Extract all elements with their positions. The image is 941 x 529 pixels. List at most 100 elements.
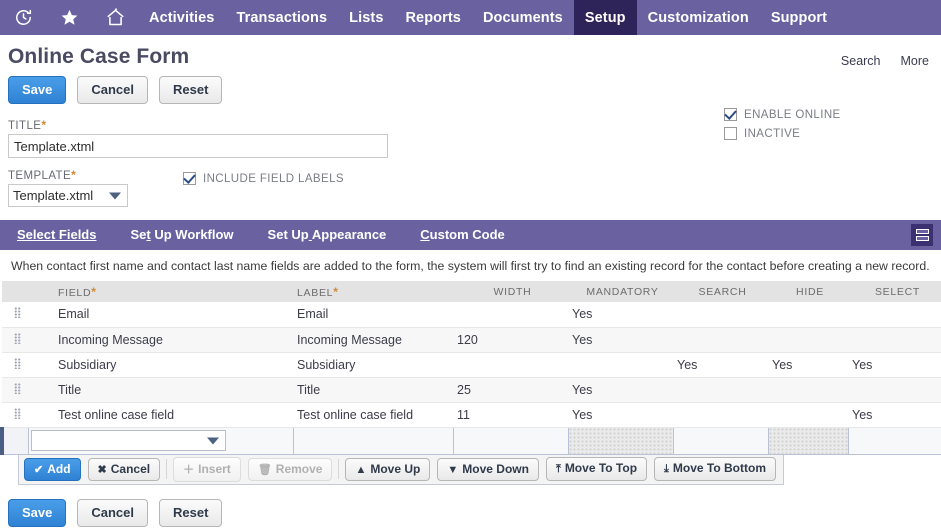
grid-header-handle — [2, 281, 28, 302]
new-row-label-cell[interactable] — [292, 426, 454, 455]
nav-item-customization[interactable]: Customization — [637, 0, 760, 35]
move-down-button[interactable]: ▼ Move Down — [437, 457, 539, 481]
table-row[interactable]: Title Title 25 Yes — [2, 377, 941, 403]
cancel-button-bottom[interactable]: Cancel — [77, 498, 149, 527]
new-row-field-cell[interactable] — [27, 426, 294, 455]
move-to-bottom-label: Move To Bottom — [672, 461, 767, 475]
cancel-button-top[interactable]: Cancel — [77, 76, 149, 104]
cell-field[interactable]: Email — [28, 302, 293, 328]
reset-button-top[interactable]: Reset — [159, 76, 223, 104]
title-input[interactable] — [8, 134, 388, 158]
nav-item-reports[interactable]: Reports — [394, 0, 472, 35]
cell-label[interactable]: Title — [293, 377, 453, 403]
cell-hide[interactable] — [768, 377, 848, 403]
cell-label[interactable]: Incoming Message — [293, 327, 453, 353]
nav-item-support[interactable]: Support — [760, 0, 838, 35]
new-row-width-cell[interactable] — [452, 426, 569, 455]
subtab-bar: Select Fields Set Up Workflow Set Up App… — [0, 220, 941, 250]
cell-label[interactable]: Subsidiary — [293, 352, 453, 378]
cell-width[interactable] — [453, 302, 568, 328]
cell-search[interactable] — [673, 402, 768, 428]
enable-online-checkbox[interactable] — [724, 108, 737, 121]
cell-search[interactable] — [673, 327, 768, 353]
insert-row-button: ＋ Insert — [173, 456, 241, 482]
drag-handle-icon[interactable] — [13, 357, 21, 369]
drag-handle-icon[interactable] — [13, 332, 21, 344]
cell-hide[interactable] — [768, 402, 848, 428]
drag-handle-icon[interactable] — [13, 307, 21, 319]
cell-select[interactable]: Yes — [848, 352, 941, 378]
grid-new-entry-row[interactable] — [0, 426, 941, 455]
cell-width[interactable]: 11 — [453, 402, 568, 428]
list-view-icon[interactable] — [911, 224, 933, 246]
bottom-button-bar: Save Cancel Reset — [0, 485, 941, 527]
more-link[interactable]: More — [901, 54, 929, 68]
save-button-top[interactable]: Save — [8, 76, 67, 104]
cell-width[interactable] — [453, 352, 568, 378]
add-row-button[interactable]: ✔ Add — [24, 457, 81, 481]
cell-search[interactable] — [673, 377, 768, 403]
grid-header-width: WIDTH — [453, 281, 568, 302]
nav-item-activities[interactable]: Activities — [138, 0, 225, 35]
cell-width[interactable]: 25 — [453, 377, 568, 403]
drag-handle-cell[interactable] — [2, 327, 28, 353]
tab-set-up-appearance[interactable]: Set Up Appearance — [251, 220, 404, 250]
cell-field[interactable]: Test online case field — [28, 402, 293, 428]
cell-hide[interactable]: Yes — [768, 352, 848, 378]
cell-mandatory[interactable]: Yes — [568, 402, 673, 428]
cell-select[interactable]: Yes — [848, 402, 941, 428]
cell-field[interactable]: Title — [28, 377, 293, 403]
arrow-to-bottom-icon: ⤓ — [664, 463, 669, 475]
favorites-star-icon[interactable] — [46, 0, 92, 35]
move-up-button[interactable]: ▲ Move Up — [345, 457, 431, 481]
move-to-top-button[interactable]: ⤒ Move To Top — [545, 457, 648, 481]
recent-history-icon[interactable] — [0, 0, 46, 35]
reset-button-bottom[interactable]: Reset — [159, 498, 223, 527]
new-row-search-cell[interactable] — [672, 426, 769, 455]
cell-hide[interactable] — [768, 302, 848, 328]
move-to-bottom-button[interactable]: ⤓ Move To Bottom — [654, 457, 777, 481]
cell-width[interactable]: 120 — [453, 327, 568, 353]
cell-label[interactable]: Email — [293, 302, 453, 328]
drag-handle-cell[interactable] — [2, 377, 28, 403]
cell-hide[interactable] — [768, 327, 848, 353]
include-field-labels-checkbox[interactable] — [183, 172, 196, 185]
cell-label[interactable]: Test online case field — [293, 402, 453, 428]
nav-item-setup[interactable]: Setup — [573, 0, 637, 35]
drag-handle-cell[interactable] — [2, 352, 28, 378]
nav-item-transactions[interactable]: Transactions — [225, 0, 338, 35]
table-row[interactable]: Test online case field Test online case … — [2, 402, 941, 428]
drag-handle-cell[interactable] — [2, 402, 28, 428]
tab-custom-code[interactable]: Custom Code — [403, 220, 522, 250]
drag-handle-cell[interactable] — [2, 302, 28, 328]
search-link[interactable]: Search — [841, 54, 881, 68]
cell-field[interactable]: Subsidiary — [28, 352, 293, 378]
drag-handle-icon[interactable] — [13, 407, 21, 419]
inactive-checkbox[interactable] — [724, 127, 737, 140]
cell-select[interactable] — [848, 302, 941, 328]
new-row-field-select[interactable] — [30, 430, 226, 451]
cell-select[interactable] — [848, 377, 941, 403]
home-icon[interactable] — [92, 0, 138, 35]
cell-mandatory[interactable]: Yes — [568, 302, 673, 328]
cell-mandatory[interactable]: Yes — [568, 377, 673, 403]
cancel-row-button[interactable]: ✖ Cancel — [87, 457, 161, 481]
table-row[interactable]: Subsidiary Subsidiary Yes Yes Yes — [2, 352, 941, 378]
cell-select[interactable] — [848, 327, 941, 353]
table-row[interactable]: Email Email Yes — [2, 302, 941, 328]
cell-mandatory[interactable]: Yes — [568, 327, 673, 353]
cell-mandatory[interactable] — [568, 352, 673, 378]
save-button-bottom[interactable]: Save — [8, 498, 67, 527]
tab-select-fields[interactable]: Select Fields — [0, 220, 113, 250]
nav-item-lists[interactable]: Lists — [338, 0, 394, 35]
table-row[interactable]: Incoming Message Incoming Message 120 Ye… — [2, 327, 941, 353]
cell-search[interactable] — [673, 302, 768, 328]
page-header: Online Case Form Search More — [0, 35, 941, 69]
tab-set-up-workflow[interactable]: Set Up Workflow — [113, 220, 250, 250]
cell-field[interactable]: Incoming Message — [28, 327, 293, 353]
new-row-select-cell[interactable] — [847, 426, 941, 455]
template-select[interactable]: Template.xtml — [8, 184, 128, 207]
drag-handle-icon[interactable] — [13, 382, 21, 394]
nav-item-documents[interactable]: Documents — [472, 0, 574, 35]
cell-search[interactable]: Yes — [673, 352, 768, 378]
